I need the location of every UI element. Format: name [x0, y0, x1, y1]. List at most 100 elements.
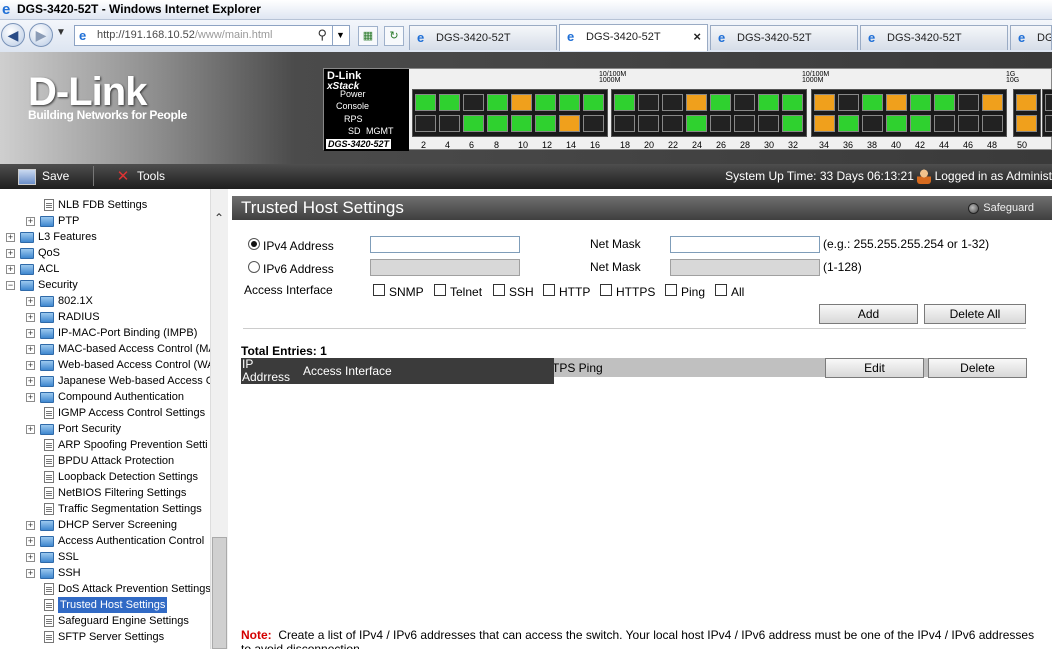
expand-icon[interactable]: +: [6, 249, 15, 258]
expand-icon[interactable]: +: [26, 553, 35, 562]
interface-checkbox-http[interactable]: [543, 284, 555, 296]
search-icon[interactable]: ⚲: [317, 27, 327, 43]
tree-item[interactable]: + Access Authentication Control: [0, 533, 210, 549]
expand-icon[interactable]: +: [26, 569, 35, 578]
interface-checkbox-ping[interactable]: [665, 284, 677, 296]
expand-icon[interactable]: +: [26, 329, 35, 338]
scrollbar-thumb[interactable]: [212, 537, 227, 649]
switch-port[interactable]: [758, 115, 779, 132]
switch-port[interactable]: [886, 94, 907, 111]
switch-port[interactable]: [559, 115, 580, 132]
tree-item[interactable]: + PTP: [0, 213, 210, 229]
interface-checkbox-telnet[interactable]: [434, 284, 446, 296]
switch-port[interactable]: [886, 115, 907, 132]
expand-icon[interactable]: +: [6, 233, 15, 242]
switch-port[interactable]: [583, 94, 604, 111]
switch-port[interactable]: [734, 115, 755, 132]
address-dropdown-icon[interactable]: ▼: [332, 26, 348, 45]
expand-icon[interactable]: +: [26, 377, 35, 386]
switch-port[interactable]: [463, 115, 484, 132]
edit-button[interactable]: Edit: [825, 358, 924, 378]
expand-icon[interactable]: +: [26, 345, 35, 354]
switch-port[interactable]: [535, 115, 556, 132]
tree-item[interactable]: + Web-based Access Control (WA: [0, 357, 215, 373]
forward-icon[interactable]: ▶: [29, 23, 53, 47]
switch-port[interactable]: [439, 94, 460, 111]
collapse-icon[interactable]: −: [6, 281, 15, 290]
expand-icon[interactable]: +: [26, 425, 35, 434]
refresh-icon[interactable]: ↻: [384, 26, 404, 46]
switch-port[interactable]: [638, 115, 659, 132]
tree-item[interactable]: − Security: [0, 277, 210, 293]
switch-port[interactable]: [862, 115, 883, 132]
switch-port[interactable]: [487, 115, 508, 132]
tree-item[interactable]: DoS Attack Prevention Settings: [0, 581, 211, 597]
compatibility-view-icon[interactable]: ▦: [358, 26, 378, 46]
switch-port[interactable]: [511, 115, 532, 132]
tree-item[interactable]: NLB FDB Settings: [0, 197, 210, 213]
switch-port[interactable]: [511, 94, 532, 111]
expand-icon[interactable]: +: [6, 265, 15, 274]
switch-port[interactable]: [1045, 94, 1052, 111]
browser-tab[interactable]: e DGS-3420-52T: [409, 25, 557, 50]
switch-port[interactable]: [958, 115, 979, 132]
switch-port[interactable]: [686, 94, 707, 111]
browser-tab[interactable]: e DGS-3420-52T: [710, 25, 858, 50]
ipv6-address-input[interactable]: [370, 259, 520, 276]
switch-port[interactable]: [782, 115, 803, 132]
switch-port[interactable]: [814, 115, 835, 132]
switch-port[interactable]: [934, 115, 955, 132]
expand-icon[interactable]: +: [26, 361, 35, 370]
tree-item[interactable]: + SSH: [0, 565, 210, 581]
tree-item[interactable]: + Port Security: [0, 421, 210, 437]
tree-item[interactable]: + L3 Features: [0, 229, 210, 245]
browser-tab-active[interactable]: e DGS-3420-52T ×: [559, 24, 708, 51]
switch-port[interactable]: [662, 94, 683, 111]
switch-port[interactable]: [982, 115, 1003, 132]
switch-port[interactable]: [614, 94, 635, 111]
tree-item[interactable]: +802.1X: [0, 293, 210, 309]
switch-port[interactable]: [782, 94, 803, 111]
tree-item[interactable]: Loopback Detection Settings: [0, 469, 210, 485]
tree-item[interactable]: + SSL: [0, 549, 210, 565]
switch-port[interactable]: [1045, 115, 1052, 132]
switch-port[interactable]: [535, 94, 556, 111]
browser-tab[interactable]: e DGS-3420-52T: [1010, 25, 1052, 50]
switch-port[interactable]: [415, 115, 436, 132]
switch-port[interactable]: [934, 94, 955, 111]
browser-tab[interactable]: e DGS-3420-52T: [860, 25, 1008, 50]
switch-port[interactable]: [910, 115, 931, 132]
add-button[interactable]: Add: [819, 304, 918, 324]
tree-item[interactable]: + QoS: [0, 245, 210, 261]
switch-port[interactable]: [463, 94, 484, 111]
switch-port[interactable]: [1016, 115, 1037, 132]
expand-icon[interactable]: +: [26, 313, 35, 322]
ipv6-prefix-input[interactable]: [670, 259, 820, 276]
delete-button[interactable]: Delete: [928, 358, 1027, 378]
interface-checkbox-snmp[interactable]: [373, 284, 385, 296]
delete-all-button[interactable]: Delete All: [924, 304, 1026, 324]
tree-item[interactable]: + Compound Authentication: [0, 389, 210, 405]
switch-port[interactable]: [710, 94, 731, 111]
switch-port[interactable]: [958, 94, 979, 111]
close-tab-icon[interactable]: ×: [693, 25, 701, 49]
interface-checkbox-https[interactable]: [600, 284, 612, 296]
switch-port[interactable]: [982, 94, 1003, 111]
expand-icon[interactable]: +: [26, 537, 35, 546]
tree-item[interactable]: + MAC-based Access Control (MA: [0, 341, 216, 357]
switch-port[interactable]: [439, 115, 460, 132]
switch-port[interactable]: [838, 94, 859, 111]
scroll-up-icon[interactable]: ⌃: [214, 211, 224, 225]
ipv6-radio[interactable]: [248, 261, 260, 273]
expand-icon[interactable]: +: [26, 297, 35, 306]
address-bar[interactable]: e http://191.168.10.52/www/main.html ⚲ ▼: [74, 25, 350, 46]
tree-item[interactable]: + ACL: [0, 261, 210, 277]
expand-icon[interactable]: +: [26, 521, 35, 530]
switch-port[interactable]: [758, 94, 779, 111]
tree-scrollbar[interactable]: ⌃: [210, 189, 228, 649]
tree-item[interactable]: Trusted Host Settings: [0, 597, 210, 613]
history-dropdown-icon[interactable]: ▼: [56, 27, 66, 38]
tree-item[interactable]: SFTP Server Settings: [0, 629, 210, 645]
tree-item[interactable]: NetBIOS Filtering Settings: [0, 485, 210, 501]
tools-menu[interactable]: ✕ Tools: [115, 168, 165, 185]
